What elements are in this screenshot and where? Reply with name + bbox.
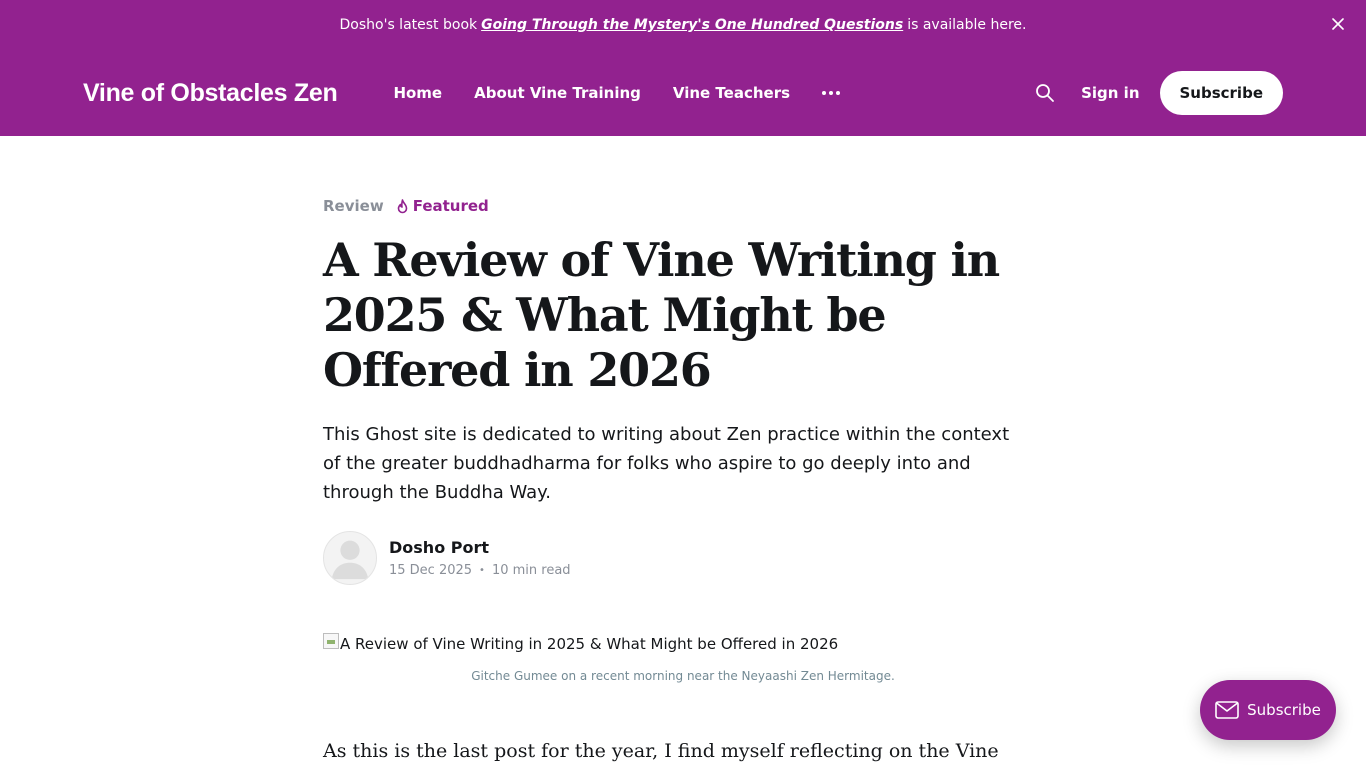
feature-image-alt: A Review of Vine Writing in 2025 & What … — [340, 635, 839, 653]
announcement-book-link[interactable]: Going Through the Mystery's One Hundred … — [481, 17, 903, 33]
announcement-suffix: is available here. — [907, 17, 1027, 33]
byline: Dosho Port 15 Dec 2025 • 10 min read — [323, 531, 1043, 585]
more-dots-icon[interactable] — [822, 91, 841, 95]
post-meta: 15 Dec 2025 • 10 min read — [389, 563, 571, 578]
search-icon[interactable] — [1034, 82, 1056, 104]
sign-in-link[interactable]: Sign in — [1081, 84, 1139, 102]
post-date: 15 Dec 2025 — [389, 563, 473, 578]
nav-about-vine-training[interactable]: About Vine Training — [474, 84, 641, 102]
close-icon[interactable] — [1328, 14, 1348, 34]
site-header: Vine of Obstacles Zen Home About Vine Tr… — [0, 50, 1366, 136]
nav-vine-teachers[interactable]: Vine Teachers — [673, 84, 790, 102]
main-nav: Home About Vine Training Vine Teachers — [393, 84, 841, 102]
nav-home[interactable]: Home — [393, 84, 442, 102]
featured-badge: Featured — [396, 197, 489, 215]
meta-separator: • — [479, 565, 485, 576]
portal-subscribe-label: Subscribe — [1247, 701, 1321, 719]
announcement-prefix: Dosho's latest book — [339, 17, 478, 33]
byline-meta: Dosho Port 15 Dec 2025 • 10 min read — [389, 538, 571, 578]
post-excerpt: This Ghost site is dedicated to writing … — [323, 424, 1010, 503]
avatar-placeholder-icon — [331, 540, 369, 580]
reading-time: 10 min read — [491, 563, 571, 578]
article: Review Featured A Review of Vine Writing… — [323, 136, 1043, 768]
tag-review[interactable]: Review — [323, 197, 384, 215]
avatar[interactable] — [323, 531, 377, 585]
mail-icon — [1215, 701, 1239, 719]
featured-label: Featured — [412, 197, 489, 215]
broken-image-icon — [323, 633, 339, 649]
post-body-paragraph: As this is the last post for the year, I… — [323, 740, 999, 762]
feature-image-caption: Gitche Gumee on a recent morning near th… — [471, 669, 895, 683]
post-title: A Review of Vine Writing in 2025 & What … — [323, 233, 1000, 397]
site-logo[interactable]: Vine of Obstacles Zen — [83, 79, 338, 108]
author-name[interactable]: Dosho Port — [389, 538, 571, 557]
subscribe-button[interactable]: Subscribe — [1159, 71, 1283, 115]
header-actions: Sign in Subscribe — [1034, 71, 1283, 115]
announcement-bar: Dosho's latest book Going Through the My… — [0, 0, 1366, 50]
fire-icon — [397, 198, 407, 213]
post-tags: Review Featured — [323, 196, 1043, 216]
portal-subscribe-button[interactable]: Subscribe — [1200, 680, 1336, 740]
feature-image: A Review of Vine Writing in 2025 & What … — [323, 633, 1043, 655]
